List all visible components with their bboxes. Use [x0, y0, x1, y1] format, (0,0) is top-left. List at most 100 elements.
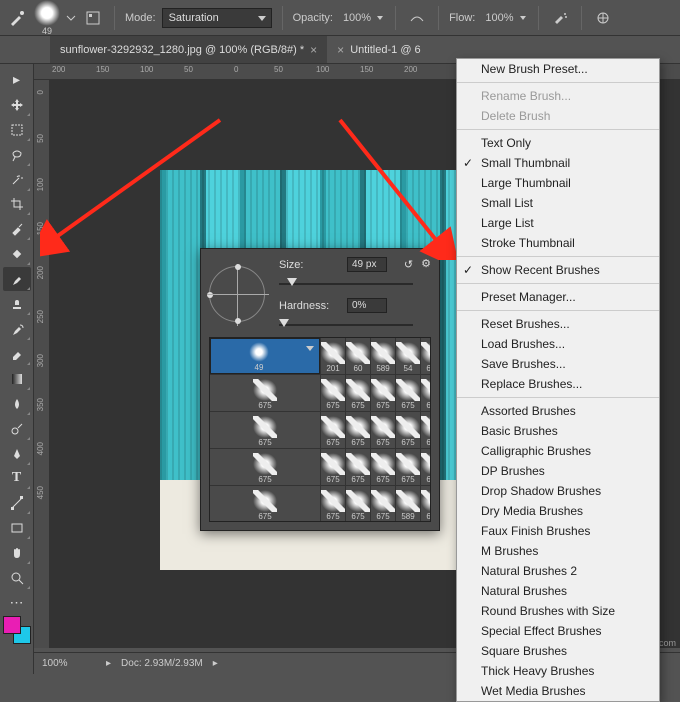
brush-thumbnail[interactable]: 589 — [371, 338, 395, 374]
brush-thumbnail[interactable]: 60 — [346, 338, 370, 374]
menu-natural[interactable]: Natural Brushes — [457, 581, 659, 601]
healing-tool[interactable] — [3, 242, 31, 266]
size-slider[interactable] — [279, 278, 413, 290]
edit-toolbar-icon[interactable]: ⋯ — [3, 591, 31, 615]
brush-thumbnail[interactable]: 675 — [346, 375, 370, 411]
menu-show-recent[interactable]: ✓Show Recent Brushes — [457, 260, 659, 280]
zoom-tool[interactable] — [3, 566, 31, 590]
menu-new-preset[interactable]: New Brush Preset... — [457, 59, 659, 79]
zoom-input[interactable]: 100% — [42, 658, 96, 669]
brush-thumbnail[interactable]: 675 — [396, 412, 420, 448]
expand-icon[interactable]: ▸ — [106, 658, 111, 669]
dodge-tool[interactable] — [3, 417, 31, 441]
path-tool[interactable] — [3, 491, 31, 515]
menu-reset[interactable]: Reset Brushes... — [457, 314, 659, 334]
brush-thumbnail[interactable]: 54 — [396, 338, 420, 374]
menu-assorted[interactable]: Assorted Brushes — [457, 401, 659, 421]
brush-panel-toggle-icon[interactable] — [82, 7, 104, 29]
pen-tool[interactable] — [3, 442, 31, 466]
hand-tool[interactable] — [3, 541, 31, 565]
revert-icon[interactable]: ↺ — [404, 258, 413, 271]
brush-tool[interactable] — [3, 267, 31, 291]
brush-thumbnail[interactable]: 675 — [346, 486, 370, 522]
tab-sunflower[interactable]: sunflower-3292932_1280.jpg @ 100% (RGB/8… — [50, 36, 327, 63]
flow-value[interactable]: 100% — [481, 12, 527, 24]
close-icon[interactable]: × — [310, 43, 317, 57]
eyedropper-tool[interactable] — [3, 217, 31, 241]
menu-special[interactable]: Special Effect Brushes — [457, 621, 659, 641]
pressure-size-icon[interactable] — [592, 7, 614, 29]
move-tool[interactable] — [3, 93, 31, 117]
menu-calligraphic[interactable]: Calligraphic Brushes — [457, 441, 659, 461]
menu-square[interactable]: Square Brushes — [457, 641, 659, 661]
brush-thumbnail[interactable]: 675 — [371, 412, 395, 448]
close-icon[interactable]: × — [337, 43, 344, 57]
hardness-input[interactable]: 0% — [347, 298, 387, 313]
brush-thumbnail[interactable]: 675 — [421, 375, 431, 411]
menu-load[interactable]: Load Brushes... — [457, 334, 659, 354]
chevron-right-icon[interactable]: ▸ — [213, 658, 218, 669]
size-input[interactable]: 49 px — [347, 257, 387, 272]
stamp-tool[interactable] — [3, 292, 31, 316]
brush-thumbnail[interactable]: 675 — [346, 449, 370, 485]
tool-indicator-icon[interactable] — [6, 7, 28, 29]
menu-small-list[interactable]: Small List — [457, 193, 659, 213]
menu-dp[interactable]: DP Brushes — [457, 461, 659, 481]
expand-icon[interactable]: ▸ — [3, 68, 31, 92]
marquee-tool[interactable] — [3, 118, 31, 142]
gear-icon[interactable]: ⚙ — [421, 257, 431, 270]
pressure-opacity-icon[interactable] — [406, 7, 428, 29]
brush-thumbnail[interactable]: 49 — [210, 338, 320, 374]
hardness-slider[interactable] — [279, 319, 413, 331]
brush-thumbnail[interactable]: 675 — [421, 486, 431, 522]
menu-stroke-thumb[interactable]: Stroke Thumbnail — [457, 233, 659, 253]
menu-save[interactable]: Save Brushes... — [457, 354, 659, 374]
brush-thumbnail[interactable]: 675 — [371, 375, 395, 411]
wand-tool[interactable] — [3, 168, 31, 192]
eraser-tool[interactable] — [3, 342, 31, 366]
menu-preset-mgr[interactable]: Preset Manager... — [457, 287, 659, 307]
menu-large-list[interactable]: Large List — [457, 213, 659, 233]
crop-tool[interactable] — [3, 193, 31, 217]
lasso-tool[interactable] — [3, 143, 31, 167]
menu-dry-media[interactable]: Dry Media Brushes — [457, 501, 659, 521]
brush-thumbnail[interactable]: 675 — [371, 486, 395, 522]
menu-faux-finish[interactable]: Faux Finish Brushes — [457, 521, 659, 541]
menu-thick-heavy[interactable]: Thick Heavy Brushes — [457, 661, 659, 681]
brush-thumbnail[interactable]: 675 — [321, 375, 345, 411]
tab-untitled[interactable]: ×Untitled-1 @ 6 — [327, 36, 431, 63]
menu-basic[interactable]: Basic Brushes — [457, 421, 659, 441]
brush-thumbnail[interactable]: 675 — [421, 449, 431, 485]
color-swatches[interactable] — [3, 616, 31, 644]
type-tool[interactable]: T — [3, 467, 31, 491]
menu-drop-shadow[interactable]: Drop Shadow Brushes — [457, 481, 659, 501]
brush-thumbnail[interactable]: 675 — [321, 412, 345, 448]
chevron-down-icon[interactable] — [66, 13, 76, 23]
menu-m[interactable]: M Brushes — [457, 541, 659, 561]
menu-text-only[interactable]: Text Only — [457, 133, 659, 153]
menu-round-size[interactable]: Round Brushes with Size — [457, 601, 659, 621]
foreground-color[interactable] — [3, 616, 21, 634]
menu-replace[interactable]: Replace Brushes... — [457, 374, 659, 394]
menu-natural2[interactable]: Natural Brushes 2 — [457, 561, 659, 581]
menu-large-thumb[interactable]: Large Thumbnail — [457, 173, 659, 193]
brush-thumbnail[interactable]: 675 — [321, 449, 345, 485]
brush-thumbnail[interactable]: 675 — [210, 449, 320, 485]
shape-tool[interactable] — [3, 516, 31, 540]
brush-thumbnail[interactable]: 675 — [210, 486, 320, 522]
brush-preset-picker[interactable]: 49 — [34, 0, 60, 36]
airbrush-icon[interactable] — [549, 7, 571, 29]
brush-thumbnail[interactable]: 589 — [396, 486, 420, 522]
brush-thumbnail[interactable]: 675 — [321, 486, 345, 522]
brush-angle-control[interactable] — [209, 266, 265, 322]
mode-select[interactable]: Saturation — [162, 8, 272, 28]
gradient-tool[interactable] — [3, 367, 31, 391]
brush-thumbnail[interactable]: 675 — [210, 412, 320, 448]
brush-thumbnail[interactable]: 675 — [346, 412, 370, 448]
menu-small-thumb[interactable]: ✓Small Thumbnail — [457, 153, 659, 173]
brush-thumbnail[interactable]: 675 — [396, 449, 420, 485]
menu-wet-media[interactable]: Wet Media Brushes — [457, 681, 659, 701]
blur-tool[interactable] — [3, 392, 31, 416]
brush-thumbnail[interactable]: 201 — [321, 338, 345, 374]
opacity-value[interactable]: 100% — [339, 12, 385, 24]
